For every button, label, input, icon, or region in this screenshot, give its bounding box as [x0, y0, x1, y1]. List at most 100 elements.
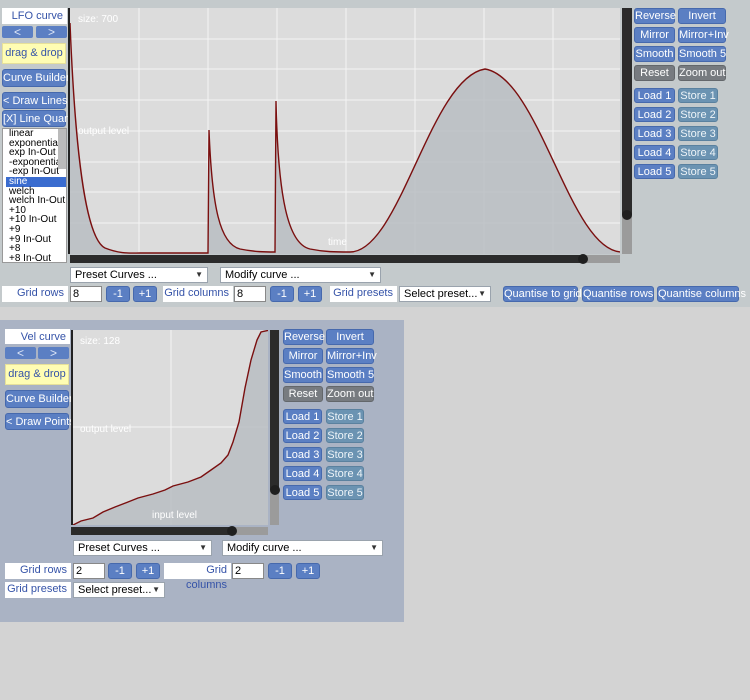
curve-builder-button[interactable]: Curve Builder	[5, 390, 73, 408]
lfo-curve-fill	[70, 23, 620, 254]
load-2-button[interactable]: Load 2	[634, 107, 675, 122]
mirror-button[interactable]: Mirror	[634, 27, 675, 43]
lfo-vscroll-knob[interactable]	[622, 210, 632, 220]
store-1-button[interactable]: Store 1	[678, 88, 718, 103]
chevron-down-icon: ▼	[152, 585, 160, 594]
vel-grid-presets-value: Select preset...	[78, 584, 152, 596]
store-5-button[interactable]: Store 5	[326, 485, 364, 500]
vel-horizontal-scrollbar[interactable]	[71, 526, 268, 536]
invert-button[interactable]: Invert	[326, 329, 374, 345]
load-3-button[interactable]: Load 3	[634, 126, 675, 141]
vel-x-axis-label: input level	[152, 510, 198, 521]
vel-size-text: size: 128	[80, 336, 121, 347]
reverse-button[interactable]: Reverse	[283, 329, 325, 345]
line-quant-toggle[interactable]: [X] Line Quant	[2, 110, 73, 127]
vel-grid-rows-minus[interactable]: -1	[108, 563, 132, 579]
load-3-button[interactable]: Load 3	[283, 447, 322, 462]
store-2-button[interactable]: Store 2	[678, 107, 718, 122]
lfo-curve-graph[interactable]: size: 700 output level time	[68, 8, 620, 254]
curve-builder-button[interactable]: Curve Builder	[2, 69, 70, 87]
next-curve-button[interactable]: >	[38, 347, 69, 359]
store-1-button[interactable]: Store 1	[326, 409, 364, 424]
store-5-button[interactable]: Store 5	[678, 164, 718, 179]
lfo-grid-rows-plus[interactable]: +1	[133, 286, 157, 302]
store-2-button[interactable]: Store 2	[326, 428, 364, 443]
reverse-button[interactable]: Reverse	[634, 8, 676, 24]
load-4-button[interactable]: Load 4	[283, 466, 322, 481]
mirror-inv-button[interactable]: Mirror+Inv	[326, 348, 377, 364]
lfo-y-axis-label: output level	[78, 126, 130, 137]
lfo-hscroll-knob[interactable]	[578, 254, 588, 264]
vel-curve-name[interactable]: Vel curve	[5, 329, 70, 344]
lfo-vertical-scrollbar[interactable]	[622, 8, 632, 254]
vel-grid-rows-input[interactable]: 2	[73, 563, 105, 579]
curve-list-item[interactable]: +8 In-Out	[6, 253, 66, 262]
lfo-grid-rows-minus[interactable]: -1	[106, 286, 130, 302]
reset-button[interactable]: Reset	[283, 386, 323, 402]
zoom-out-button[interactable]: Zoom out	[326, 386, 374, 402]
reset-button[interactable]: Reset	[634, 65, 675, 81]
lfo-curve-svg[interactable]	[70, 8, 620, 254]
zoom-out-button[interactable]: Zoom out	[678, 65, 726, 81]
lfo-vscroll-track	[622, 8, 632, 215]
chevron-down-icon: ▼	[370, 543, 378, 552]
vel-preset-curves-value: Preset Curves ...	[78, 542, 160, 554]
vel-grid-rows-plus[interactable]: +1	[136, 563, 160, 579]
lfo-hscroll-track	[70, 255, 581, 263]
quantise-columns-button[interactable]: Quantise columns	[657, 286, 746, 302]
smooth-button[interactable]: Smooth	[634, 46, 675, 62]
smooth5-button[interactable]: Smooth 5	[678, 46, 726, 62]
vel-grid-columns-plus[interactable]: +1	[296, 563, 320, 579]
load-5-button[interactable]: Load 5	[283, 485, 322, 500]
vel-preset-curves-select[interactable]: Preset Curves ... ▼	[73, 540, 212, 556]
vel-grid-presets-label: Grid presets	[5, 582, 71, 598]
draw-points-button[interactable]: < Draw Points	[5, 413, 75, 430]
load-5-button[interactable]: Load 5	[634, 164, 675, 179]
mirror-button[interactable]: Mirror	[283, 348, 323, 364]
vel-hscroll-knob[interactable]	[227, 526, 237, 536]
lfo-horizontal-scrollbar[interactable]	[70, 254, 620, 264]
next-curve-button[interactable]: >	[36, 26, 67, 38]
prev-curve-button[interactable]: <	[2, 26, 33, 38]
lfo-curve-name[interactable]: LFO curve	[2, 8, 67, 24]
load-2-button[interactable]: Load 2	[283, 428, 322, 443]
vel-grid-presets-select[interactable]: Select preset... ▼	[73, 582, 165, 598]
prev-curve-button[interactable]: <	[5, 347, 36, 359]
drag-drop-area[interactable]: drag & drop	[2, 43, 66, 64]
lfo-grid-columns-plus[interactable]: +1	[298, 286, 322, 302]
load-1-button[interactable]: Load 1	[283, 409, 322, 424]
store-4-button[interactable]: Store 4	[326, 466, 364, 481]
lfo-grid-presets-select[interactable]: Select preset... ▼	[399, 286, 491, 302]
drag-drop-area[interactable]: drag & drop	[5, 364, 69, 385]
vel-vertical-scrollbar[interactable]	[269, 330, 280, 525]
vel-y-axis-label: output level	[80, 424, 132, 435]
vel-modify-curve-select[interactable]: Modify curve ... ▼	[222, 540, 383, 556]
load-1-button[interactable]: Load 1	[634, 88, 675, 103]
vel-curve-graph[interactable]: size: 128 output level input level	[71, 330, 268, 525]
chevron-down-icon: ▼	[195, 270, 203, 279]
lfo-modify-curve-select[interactable]: Modify curve ... ▼	[220, 267, 381, 283]
curve-list-scrollbar[interactable]	[58, 129, 66, 169]
lfo-grid-rows-input[interactable]: 8	[70, 286, 102, 302]
lfo-preset-curves-select[interactable]: Preset Curves ... ▼	[70, 267, 208, 283]
store-3-button[interactable]: Store 3	[678, 126, 718, 141]
lfo-grid-columns-input[interactable]: 8	[234, 286, 266, 302]
invert-button[interactable]: Invert	[678, 8, 726, 24]
quantise-rows-button[interactable]: Quantise rows	[582, 286, 654, 302]
chevron-down-icon: ▼	[478, 289, 486, 298]
lfo-grid-columns-minus[interactable]: -1	[270, 286, 294, 302]
quantise-to-grid-button[interactable]: Quantise to grid	[503, 286, 582, 302]
curve-type-list[interactable]: linear exponential exp In-Out -exponential -…	[2, 128, 67, 263]
smooth5-button[interactable]: Smooth 5	[326, 367, 374, 383]
vel-grid-columns-input[interactable]: 2	[232, 563, 264, 579]
store-4-button[interactable]: Store 4	[678, 145, 718, 160]
store-3-button[interactable]: Store 3	[326, 447, 364, 462]
lfo-curve-panel: LFO curve < > drag & drop Curve Builder …	[0, 0, 750, 307]
smooth-button[interactable]: Smooth	[283, 367, 323, 383]
lfo-x-axis-label: time	[328, 237, 347, 248]
vel-grid-columns-minus[interactable]: -1	[268, 563, 292, 579]
draw-lines-button[interactable]: < Draw Lines	[2, 92, 68, 109]
mirror-inv-button[interactable]: Mirror+Inv	[678, 27, 729, 43]
load-4-button[interactable]: Load 4	[634, 145, 675, 160]
vel-vscroll-knob[interactable]	[269, 485, 280, 495]
